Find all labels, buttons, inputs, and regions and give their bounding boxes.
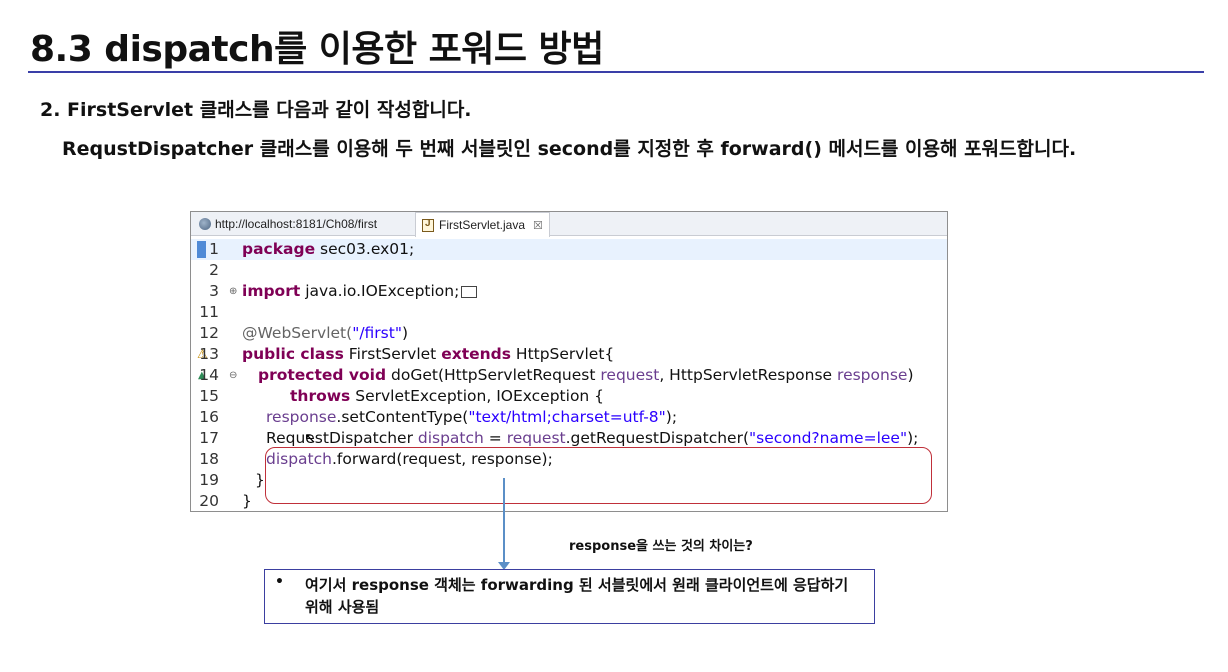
code-line: ⚠ 13 public class FirstServlet extends H… — [191, 344, 947, 365]
title-divider — [28, 71, 1204, 73]
line-number: 2 — [209, 261, 219, 279]
line-number: 3 — [209, 282, 219, 300]
code-text: @WebServlet("/first") — [242, 324, 409, 342]
code-text: } — [255, 471, 265, 489]
line-number: 18 — [199, 450, 219, 468]
step-description: RequstDispatcher 클래스를 이용해 두 번째 서블릿인 seco… — [62, 138, 1077, 160]
tab-browser[interactable]: http://localhost:8181/Ch08/first — [193, 212, 383, 236]
step-instruction: 2. FirstServlet 클래스를 다음과 같이 작성합니다. — [40, 99, 472, 121]
line-number: 17 — [199, 429, 219, 447]
tab-firstservlet-java[interactable]: FirstServlet.java ☒ — [415, 212, 550, 237]
code-editor: http://localhost:8181/Ch08/first FirstSe… — [190, 211, 948, 512]
code-text: RequestDispatcher dispatch = request.get… — [266, 429, 919, 447]
code-text: package sec03.ex01; — [242, 240, 415, 258]
line-number: 15 — [199, 387, 219, 405]
code-line: 12 @WebServlet("/first") — [191, 323, 947, 344]
close-icon[interactable]: ☒ — [533, 219, 543, 232]
line-number: 13 — [199, 345, 219, 363]
code-line: 2 — [191, 260, 947, 281]
explanation-text: 여기서 response 객체는 forwarding 된 서블릿에서 원래 클… — [305, 576, 849, 616]
callout-arrow — [503, 478, 505, 566]
code-line: 17 RequestDispatcher dispatch = request.… — [191, 428, 947, 449]
code-line: 1 package sec03.ex01; — [191, 239, 947, 260]
tab-browser-label: http://localhost:8181/Ch08/first — [215, 217, 378, 231]
java-file-icon — [422, 218, 434, 232]
line-number: 1 — [209, 240, 219, 258]
code-text: response.setContentType("text/html;chars… — [266, 408, 678, 426]
editor-tab-bar: http://localhost:8181/Ch08/first FirstSe… — [191, 212, 947, 237]
line-number: 14 — [199, 366, 219, 384]
collapsed-imports-icon[interactable] — [461, 285, 478, 298]
collapse-fold-icon[interactable]: ⊖ — [229, 365, 237, 386]
code-text: } — [242, 492, 252, 510]
mouse-cursor-icon: ↖ — [304, 429, 317, 447]
highlight-box — [265, 447, 932, 504]
line-number: 20 — [199, 492, 219, 510]
code-line: 11 — [191, 302, 947, 323]
code-text: protected void doGet(HttpServletRequest … — [258, 366, 914, 384]
code-text: throws ServletException, IOException { — [290, 387, 605, 405]
line-number: 12 — [199, 324, 219, 342]
code-text: import java.io.IOException; — [242, 281, 478, 302]
explanation-box: • 여기서 response 객체는 forwarding 된 서블릿에서 원래… — [264, 569, 875, 624]
tab-java-label: FirstServlet.java — [439, 218, 526, 232]
code-line: 15 throws ServletException, IOException … — [191, 386, 947, 407]
line-number: 11 — [199, 303, 219, 321]
line-number: 19 — [199, 471, 219, 489]
code-area[interactable]: 1 package sec03.ex01; 2 3 ⊕ import java.… — [191, 237, 947, 511]
code-line: ▲ 14 ⊖ protected void doGet(HttpServletR… — [191, 365, 947, 386]
code-line: 3 ⊕ import java.io.IOException; — [191, 281, 947, 302]
line-number: 16 — [199, 408, 219, 426]
expand-fold-icon[interactable]: ⊕ — [229, 281, 237, 302]
globe-icon — [199, 218, 211, 230]
code-text: public class FirstServlet extends HttpSe… — [242, 345, 615, 363]
question-text: response을 쓰는 것의 차이는? — [569, 539, 753, 554]
slide-title: 8.3 dispatch를 이용한 포워드 방법 — [30, 29, 604, 70]
code-line: 16 response.setContentType("text/html;ch… — [191, 407, 947, 428]
bullet: • — [275, 574, 284, 590]
